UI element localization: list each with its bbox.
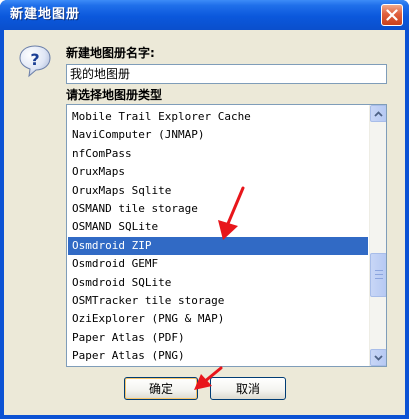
close-icon (386, 9, 398, 21)
list-item[interactable]: Mobile Trail Explorer Cache (68, 108, 368, 126)
dialog-body: ? 新建地图册名字: 我的地图册 请选择地图册类型 Mobile Trail E… (4, 30, 405, 415)
thumb-grip-line (375, 274, 383, 275)
svg-text:?: ? (30, 50, 39, 69)
thumb-grip-line (375, 270, 383, 271)
atlas-name-label: 新建地图册名字: (66, 46, 155, 60)
list-item[interactable]: Paper Atlas (PDF) (68, 329, 368, 347)
list-item[interactable]: OSMAND SQLite (68, 218, 368, 236)
close-button[interactable] (381, 4, 403, 26)
vertical-scrollbar[interactable] (369, 105, 386, 366)
chevron-down-icon (374, 354, 383, 361)
window-title: 新建地图册 (10, 7, 81, 22)
list-item[interactable]: Osmdroid SQLite (68, 274, 368, 292)
title-bar[interactable]: 新建地图册 (0, 0, 409, 30)
scrollbar-thumb[interactable] (370, 253, 386, 297)
list-item[interactable]: OSMAND tile storage (68, 200, 368, 218)
list-item[interactable]: OruxMaps (68, 163, 368, 181)
atlas-name-input[interactable]: 我的地图册 (66, 64, 387, 84)
cancel-button[interactable]: 取消 (210, 377, 286, 400)
new-atlas-dialog: 新建地图册 ? 新建地图册名字: 我的地图册 请选择地图册类型 Mobile T… (0, 0, 409, 419)
list-item[interactable]: Osmdroid GEMF (68, 255, 368, 273)
list-item-selected[interactable]: Osmdroid ZIP (68, 236, 368, 256)
list-item[interactable]: NaviComputer (JNMAP) (68, 126, 368, 144)
ok-button[interactable]: 确定 (124, 377, 198, 400)
scroll-up-button[interactable] (370, 105, 386, 122)
scroll-down-button[interactable] (370, 349, 386, 366)
list-item[interactable]: OziExplorer (PNG & MAP) (68, 310, 368, 328)
atlas-type-listbox[interactable]: Mobile Trail Explorer Cache NaviComputer… (66, 104, 387, 367)
question-icon: ? (19, 45, 51, 78)
list-item[interactable]: Paper Atlas (PNG) (68, 347, 368, 365)
list-item[interactable]: nfComPass (68, 145, 368, 163)
atlas-type-list: Mobile Trail Explorer Cache NaviComputer… (68, 108, 368, 365)
thumb-grip-line (375, 278, 383, 279)
list-item[interactable]: OSMTracker tile storage (68, 292, 368, 310)
chevron-up-icon (374, 110, 383, 117)
list-item[interactable]: OruxMaps Sqlite (68, 182, 368, 200)
atlas-type-label: 请选择地图册类型 (66, 88, 163, 102)
